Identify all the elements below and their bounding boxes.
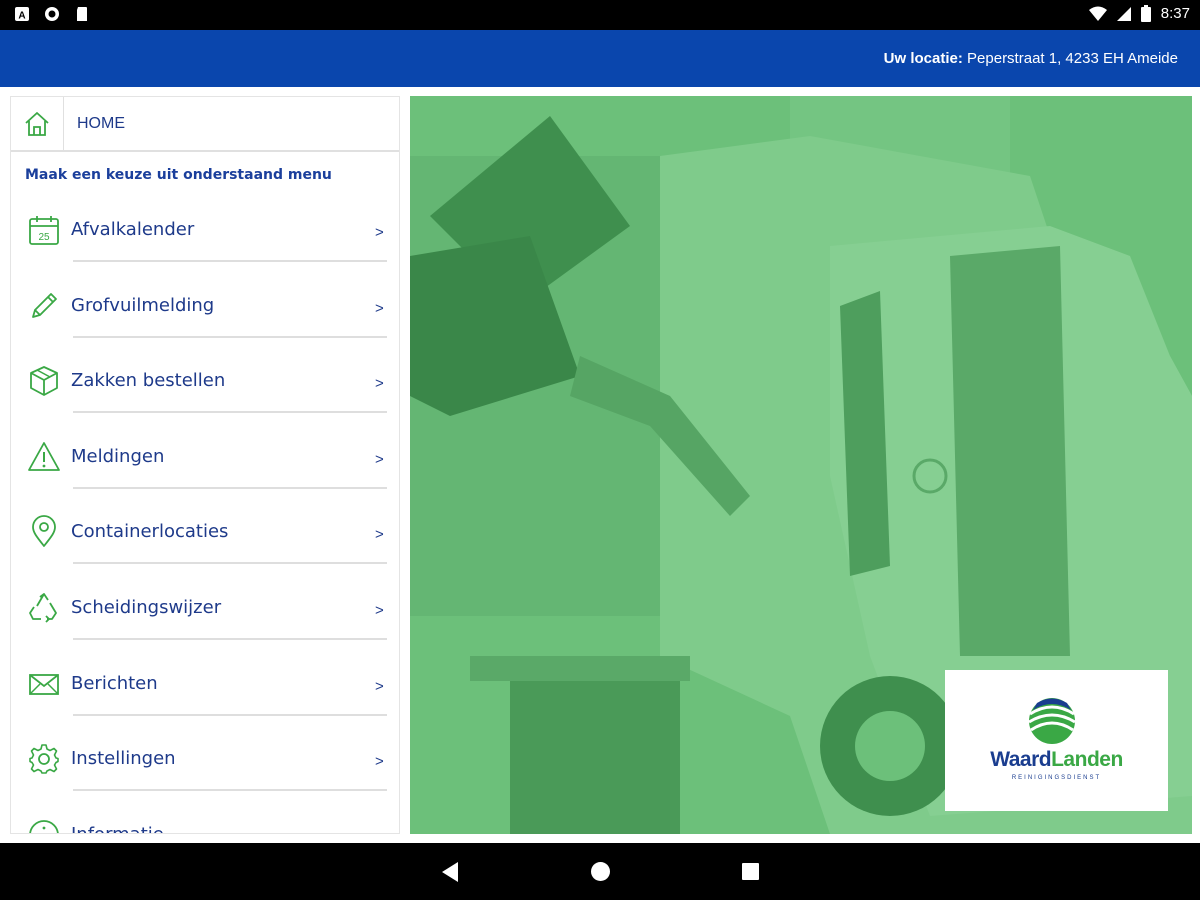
chevron-right-icon: > (375, 829, 384, 833)
warning-icon (28, 441, 60, 471)
signal-icon (1116, 6, 1131, 21)
menu-item-label: Grofvuilmelding (71, 294, 215, 316)
menu-item-meldingen[interactable]: Meldingen > (11, 424, 399, 500)
menu-item-label: Meldingen (71, 445, 165, 467)
logo-globe-icon (1028, 698, 1076, 744)
chevron-right-icon: > (375, 224, 384, 241)
chevron-right-icon: > (375, 450, 384, 468)
envelope-icon (29, 673, 59, 695)
chevron-right-icon: > (375, 299, 384, 317)
home-button[interactable] (11, 97, 64, 150)
map-pin-icon (32, 515, 56, 548)
logo-subtitle: REINIGINGSDIENST (1011, 775, 1102, 781)
location-display[interactable]: Uw locatie: Peperstraat 1, 4233 EH Ameid… (884, 50, 1178, 67)
pencil-icon (32, 292, 57, 318)
logo-name-part1: Waard (990, 748, 1052, 771)
hero-image: WaardLanden REINIGINGSDIENST (410, 96, 1192, 834)
divider (73, 486, 387, 489)
home-icon (25, 111, 49, 136)
menu-item-label: Containerlocaties (71, 521, 229, 543)
app-header: Uw locatie: Peperstraat 1, 4233 EH Ameid… (0, 30, 1200, 87)
chevron-right-icon: > (375, 601, 384, 619)
home-row[interactable]: HOME (11, 97, 399, 152)
sd-card-icon (77, 7, 87, 21)
recycle-icon (29, 593, 57, 623)
home-nav-icon[interactable] (590, 861, 611, 882)
menu-list: 25 Afvalkalender > Grofvuilmelding > Zak… (11, 197, 399, 833)
menu-item-label: Berichten (71, 672, 158, 694)
menu-item-grofvuilmelding[interactable]: Grofvuilmelding > (11, 273, 399, 349)
divider (73, 411, 387, 414)
menu-item-label: Instellingen (71, 748, 176, 770)
back-icon[interactable] (440, 861, 460, 883)
menu-item-label: Zakken bestellen (71, 370, 226, 392)
chevron-right-icon: > (375, 375, 384, 393)
location-label: Uw locatie: (883, 50, 963, 67)
battery-icon (1140, 5, 1151, 22)
svg-text:25: 25 (38, 232, 50, 243)
menu-item-label: Scheidingswijzer (71, 596, 222, 618)
menu-item-containerlocaties[interactable]: Containerlocaties > (11, 499, 399, 575)
divider (73, 637, 387, 640)
waardlanden-logo: WaardLanden REINIGINGSDIENST (945, 670, 1168, 811)
notification-a-icon: A (15, 7, 29, 22)
box-icon (30, 366, 58, 397)
info-icon (29, 819, 59, 833)
logo-name-part2: Landen (1051, 748, 1123, 771)
gear-icon (29, 744, 59, 774)
menu-item-afvalkalender[interactable]: 25 Afvalkalender > (11, 197, 399, 273)
menu-item-zakken-bestellen[interactable]: Zakken bestellen > (11, 348, 399, 424)
svg-text:A: A (18, 11, 25, 22)
sync-icon (45, 7, 59, 21)
chevron-right-icon: > (375, 753, 384, 771)
recents-icon[interactable] (741, 862, 760, 881)
home-label: HOME (77, 115, 125, 132)
divider (73, 562, 387, 565)
menu-item-scheidingswijzer[interactable]: Scheidingswijzer > (11, 575, 399, 651)
divider (73, 335, 387, 338)
menu-item-instellingen[interactable]: Instellingen > (11, 726, 399, 802)
main-content: HOME Maak een keuze uit onderstaand menu… (0, 87, 1200, 843)
wifi-icon (1088, 6, 1107, 21)
chevron-right-icon: > (375, 677, 384, 695)
calendar-icon: 25 (29, 216, 59, 245)
menu-intro: Maak een keuze uit onderstaand menu (25, 167, 332, 183)
side-menu: HOME Maak een keuze uit onderstaand menu… (10, 96, 400, 834)
menu-item-informatie[interactable]: Informatie > (11, 802, 399, 833)
chevron-right-icon: > (375, 526, 384, 544)
menu-item-berichten[interactable]: Berichten > (11, 651, 399, 727)
menu-item-label: Afvalkalender (71, 219, 195, 240)
divider (73, 789, 387, 792)
divider (73, 713, 387, 716)
clock: 8:37 (1160, 5, 1190, 22)
system-nav-bar (0, 843, 1200, 900)
logo-wordmark: WaardLanden (945, 748, 1168, 772)
divider (73, 260, 387, 262)
location-value: Peperstraat 1, 4233 EH Ameide (967, 50, 1178, 67)
menu-item-label: Informatie (71, 824, 164, 833)
status-bar: A 8:37 (0, 0, 1200, 30)
